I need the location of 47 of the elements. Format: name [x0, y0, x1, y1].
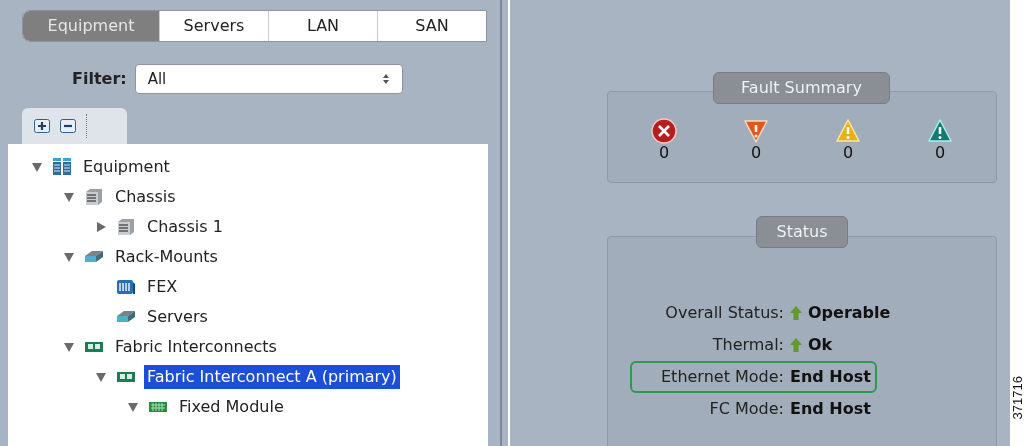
tree-item[interactable]: Fabric Interconnect A (primary): [144, 365, 400, 389]
collapse-arrow-icon[interactable]: [63, 251, 75, 263]
warning-icon: [927, 118, 953, 144]
expand-arrow-icon[interactable]: [95, 221, 107, 233]
collapse-arrow-icon[interactable]: [31, 161, 43, 173]
collapse-arrow-icon[interactable]: [63, 191, 75, 203]
collapse-arrow-icon[interactable]: [95, 371, 107, 383]
critical-x-icon: [651, 118, 677, 144]
status-value: Operable: [808, 302, 891, 324]
tab[interactable]: Servers: [159, 11, 268, 41]
status-value: Ok: [808, 334, 833, 356]
filter-label: Filter:: [72, 68, 127, 90]
tree-item[interactable]: Rack-Mounts: [112, 245, 221, 269]
chassis-icon: [84, 187, 104, 207]
fault-count: 0: [658, 144, 670, 162]
fault-count: 0: [934, 144, 946, 162]
fault-count: 0: [750, 144, 762, 162]
expand-all-icon[interactable]: [34, 119, 50, 133]
status-label: Overall Status:: [665, 302, 784, 324]
major-warning-icon: [743, 118, 769, 144]
tree-item[interactable]: Chassis 1: [144, 215, 226, 239]
tab[interactable]: LAN: [268, 11, 377, 41]
tab[interactable]: SAN: [377, 11, 486, 41]
fault-count: 0: [842, 144, 854, 162]
minor-warning-icon: [835, 118, 861, 144]
tree-item[interactable]: Servers: [144, 305, 211, 329]
tree-item[interactable]: Chassis: [112, 185, 179, 209]
status-value: End Host: [790, 366, 871, 388]
chassis-icon: [116, 217, 136, 237]
fex-icon: [116, 277, 136, 297]
collapse-arrow-icon[interactable]: [63, 341, 75, 353]
collapse-arrow-icon[interactable]: [127, 401, 139, 413]
status-value: End Host: [790, 398, 871, 420]
filter-dropdown[interactable]: All: [134, 64, 403, 94]
status-label: Ethernet Mode:: [661, 366, 784, 388]
tree-item[interactable]: Fabric Interconnects: [112, 335, 280, 359]
tree-item[interactable]: Equipment: [80, 155, 173, 179]
stepper-icon: [381, 73, 390, 85]
tree-item[interactable]: FEX: [144, 275, 181, 299]
tree-item[interactable]: Fixed Module: [176, 395, 287, 419]
server-stack-icon: [52, 157, 72, 177]
status-label: Thermal:: [712, 334, 784, 356]
fault-summary-title: Fault Summary: [713, 72, 890, 104]
status-label: FC Mode:: [709, 398, 784, 420]
figure-number: 371716: [1008, 376, 1026, 420]
status-title: Status: [756, 216, 848, 248]
collapse-all-icon[interactable]: [60, 119, 76, 133]
